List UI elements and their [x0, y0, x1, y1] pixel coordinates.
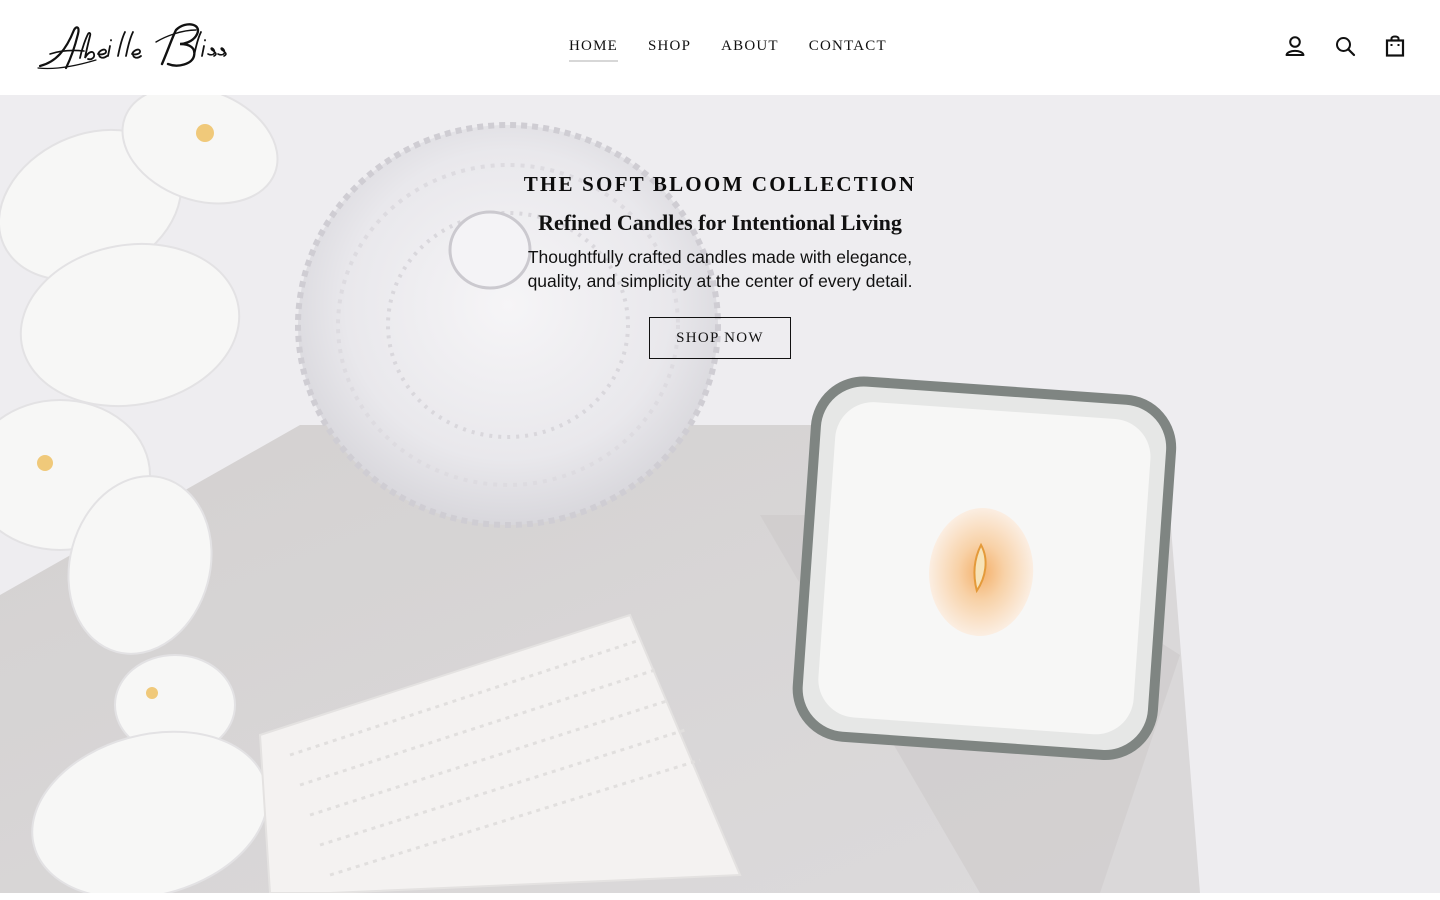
- account-icon[interactable]: [1284, 34, 1306, 58]
- hero-content: THE SOFT BLOOM COLLECTION Refined Candle…: [0, 171, 1440, 359]
- shop-now-button[interactable]: SHOP NOW: [649, 317, 791, 359]
- brand-logo[interactable]: [36, 20, 236, 74]
- main-nav: HOME SHOP ABOUT CONTACT: [569, 38, 917, 62]
- site-header: HOME SHOP ABOUT CONTACT: [0, 0, 1440, 95]
- hero-banner: THE SOFT BLOOM COLLECTION Refined Candle…: [0, 95, 1440, 893]
- header-actions: [1284, 34, 1406, 58]
- hero-description: Thoughtfully crafted candles made with e…: [527, 247, 913, 291]
- cart-bag-icon[interactable]: [1384, 34, 1406, 58]
- brand-wordmark-icon: [37, 23, 227, 70]
- hero-bottom-edge: [0, 893, 1440, 900]
- nav-about[interactable]: ABOUT: [721, 38, 779, 61]
- nav-shop[interactable]: SHOP: [648, 38, 691, 61]
- search-icon[interactable]: [1334, 34, 1356, 58]
- hero-subtitle: Refined Candles for Intentional Living: [538, 210, 902, 235]
- nav-home[interactable]: HOME: [569, 38, 618, 62]
- hero-title: THE SOFT BLOOM COLLECTION: [523, 172, 917, 196]
- nav-contact[interactable]: CONTACT: [809, 38, 887, 61]
